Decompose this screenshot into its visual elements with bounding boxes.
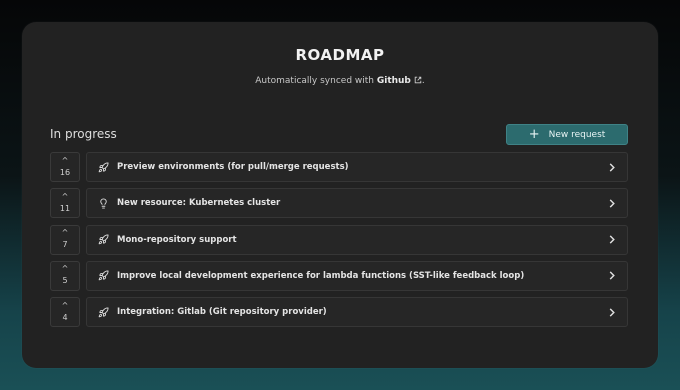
roadmap-item[interactable]: Improve local development experience for… [86,260,628,291]
rocket-icon [97,234,109,246]
caret-up-icon: ^ [61,228,69,238]
rocket-icon [97,306,109,318]
list-item: ^ 4 Integration: Gitlab (Git repository … [50,297,628,328]
upvote-button[interactable]: ^ 16 [50,152,80,182]
caret-up-icon: ^ [61,191,69,201]
rocket-icon [97,270,109,282]
vote-count: 4 [62,312,68,322]
upvote-button[interactable]: ^ 5 [50,260,80,291]
upvote-button[interactable]: ^ 4 [50,297,80,328]
sync-subtitle: Automatically synced with Github. [22,76,658,86]
roadmap-card: ROADMAP Automatically synced with Github… [22,22,658,368]
rocket-icon [97,161,109,173]
caret-up-icon: ^ [61,264,69,274]
roadmap-item[interactable]: Integration: Gitlab (Git repository prov… [86,297,628,328]
chevron-right-icon [607,307,617,317]
new-request-button[interactable]: + New request [506,124,628,145]
new-request-label: New request [548,129,606,140]
github-link[interactable]: Github [377,76,411,86]
vote-count: 7 [62,240,68,250]
chevron-right-icon [607,162,617,172]
subtitle-suffix: . [421,76,425,86]
plus-icon: + [528,127,540,142]
caret-up-icon: ^ [61,300,69,310]
vote-count: 11 [59,203,71,213]
roadmap-list: ^ 16 Preview environments (for pull/merg… [50,152,628,333]
list-item: ^ 16 Preview environments (for pull/merg… [50,152,628,182]
roadmap-item-label: New resource: Kubernetes cluster [117,198,281,209]
section-title-in-progress: In progress [50,127,117,141]
roadmap-item-label: Preview environments (for pull/merge req… [117,162,349,172]
vote-count: 16 [59,167,71,177]
subtitle-prefix: Automatically synced with [255,76,377,86]
upvote-button[interactable]: ^ 7 [50,224,80,255]
vote-count: 5 [62,276,68,286]
lightbulb-icon [97,197,109,209]
page-title: ROADMAP [295,46,385,64]
list-item: ^ 5 Improve local development experience… [50,260,628,291]
caret-up-icon: ^ [61,155,69,165]
roadmap-item[interactable]: Mono-repository support [86,224,628,255]
chevron-right-icon [607,271,617,281]
chevron-right-icon [607,198,617,208]
external-link-icon[interactable] [411,76,422,86]
roadmap-item[interactable]: Preview environments (for pull/merge req… [86,152,628,182]
roadmap-item-label: Integration: Gitlab (Git repository prov… [117,307,327,318]
chevron-right-icon [607,235,617,245]
list-item: ^ 11 New resource: Kubernetes cluster [50,188,628,219]
roadmap-item-label: Improve local development experience for… [117,270,525,281]
roadmap-item-label: Mono-repository support [117,234,237,245]
list-item: ^ 7 Mono-repository support [50,224,628,255]
roadmap-item[interactable]: New resource: Kubernetes cluster [86,188,628,219]
upvote-button[interactable]: ^ 11 [50,188,80,219]
